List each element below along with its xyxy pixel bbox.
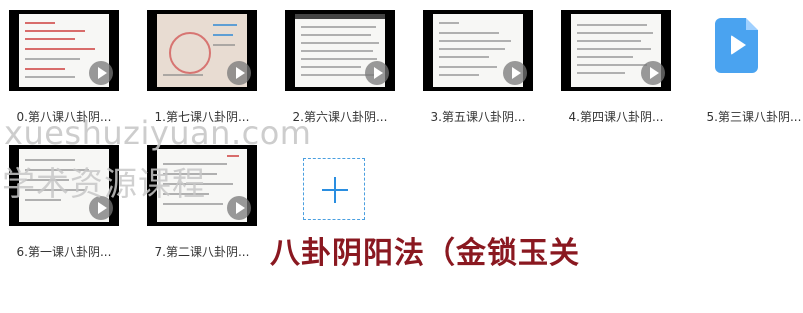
file-name[interactable]: 4.第四课八卦阴... — [552, 108, 680, 125]
overlay-title: 八卦阴阳法（金锁玉关 — [270, 236, 580, 271]
file-name[interactable]: 5.第三课八卦阴... — [690, 108, 803, 125]
video-thumbnail[interactable] — [423, 10, 533, 91]
video-thumbnail[interactable] — [9, 10, 119, 91]
add-file-button[interactable] — [303, 158, 365, 220]
play-icon — [365, 61, 389, 85]
video-thumbnail[interactable] — [561, 10, 671, 91]
video-thumbnail[interactable] — [285, 10, 395, 91]
watermark-domain: xueshuziyuan.com — [4, 114, 312, 152]
file-name[interactable]: 3.第五课八卦阴... — [414, 108, 542, 125]
video-thumbnail[interactable] — [147, 10, 257, 91]
play-icon — [641, 61, 665, 85]
watermark-text: 学术资源课程 — [2, 164, 206, 203]
play-icon — [227, 196, 251, 220]
play-icon — [227, 61, 251, 85]
file-name[interactable]: 7.第二课八卦阴... — [138, 243, 266, 260]
play-icon — [89, 61, 113, 85]
file-name[interactable]: 6.第一课八卦阴... — [0, 243, 128, 260]
play-icon — [503, 61, 527, 85]
video-file-icon[interactable] — [715, 18, 758, 73]
